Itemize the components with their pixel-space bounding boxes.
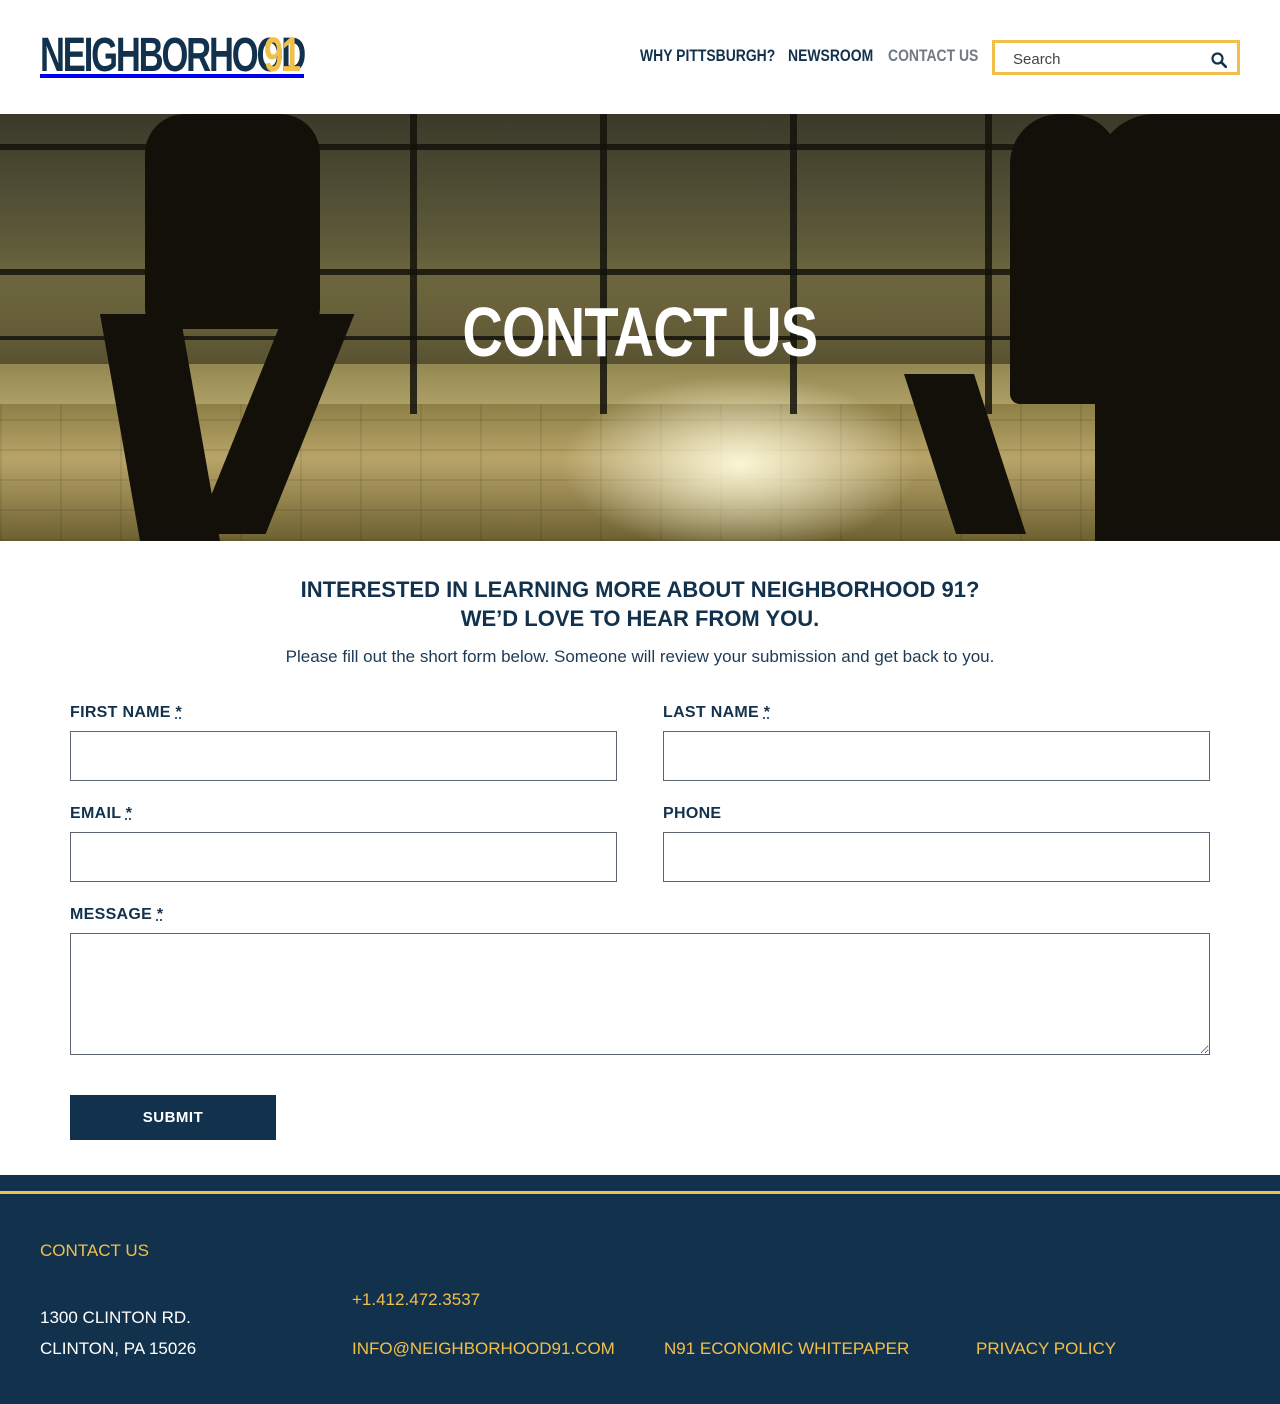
required-mark: * — [763, 704, 771, 721]
footer-title: CONTACT US — [40, 1241, 149, 1260]
search-box — [992, 40, 1240, 75]
intro-heading: INTERESTED IN LEARNING MORE ABOUT NEIGHB… — [0, 575, 1280, 633]
intro-heading-line1: INTERESTED IN LEARNING MORE ABOUT NEIGHB… — [300, 577, 980, 602]
phone-field[interactable] — [663, 832, 1210, 882]
nav-newsroom[interactable]: NEWSROOM — [788, 46, 873, 66]
search-icon[interactable] — [1211, 52, 1227, 68]
hero-sun-glow — [560, 374, 920, 541]
footer-address-line2: CLINTON, PA 15026 — [40, 1339, 197, 1358]
intro-text: Please fill out the short form below. So… — [285, 647, 995, 666]
last-name-field[interactable] — [663, 731, 1210, 781]
first-name-label: FIRST NAME * — [70, 704, 182, 722]
first-name-label-text: FIRST NAME — [70, 704, 171, 721]
footer-email-link[interactable]: INFO@NEIGHBORHOOD91.COM — [352, 1339, 615, 1359]
nav-why-pittsburgh[interactable]: WHY PITTSBURGH? — [640, 46, 775, 66]
phone-label: PHONE — [663, 805, 721, 823]
required-mark: * — [125, 805, 133, 822]
message-label-text: MESSAGE — [70, 906, 153, 923]
intro-heading-line2: WE’D LOVE TO HEAR FROM YOU. — [460, 606, 820, 631]
footer-whitepaper-link[interactable]: N91 ECONOMIC WHITEPAPER — [664, 1339, 909, 1359]
first-name-field[interactable] — [70, 731, 617, 781]
search-input[interactable] — [1013, 47, 1203, 71]
footer-phone-link[interactable]: +1.412.472.3537 — [352, 1290, 480, 1310]
page-title: CONTACT US — [462, 293, 819, 371]
email-field[interactable] — [70, 832, 617, 882]
email-label: EMAIL * — [70, 805, 132, 823]
last-name-label: LAST NAME * — [663, 704, 770, 722]
message-field[interactable] — [70, 933, 1210, 1055]
submit-button[interactable]: SUBMIT — [70, 1095, 276, 1140]
phone-label-text: PHONE — [663, 805, 722, 822]
logo-number: 91 — [264, 29, 301, 82]
email-label-text: EMAIL — [70, 805, 121, 822]
message-label: MESSAGE * — [70, 906, 163, 924]
site-footer: CONTACT US 1300 CLINTON RD. CLINTON, PA … — [0, 1175, 1280, 1404]
required-mark: * — [156, 906, 164, 923]
nav-contact-us[interactable]: CONTACT US — [888, 46, 978, 66]
hero-banner: CONTACT US — [0, 114, 1280, 541]
footer-privacy-link[interactable]: PRIVACY POLICY — [976, 1339, 1116, 1359]
footer-address-line1: 1300 CLINTON RD. — [40, 1308, 191, 1327]
footer-accent-stripe — [0, 1191, 1280, 1194]
site-logo[interactable]: NEIGHBORHOOD 91 — [40, 29, 407, 82]
last-name-label-text: LAST NAME — [663, 704, 760, 721]
site-header: NEIGHBORHOOD 91 WHY PITTSBURGH? NEWSROOM… — [0, 0, 1280, 114]
required-mark: * — [175, 704, 183, 721]
